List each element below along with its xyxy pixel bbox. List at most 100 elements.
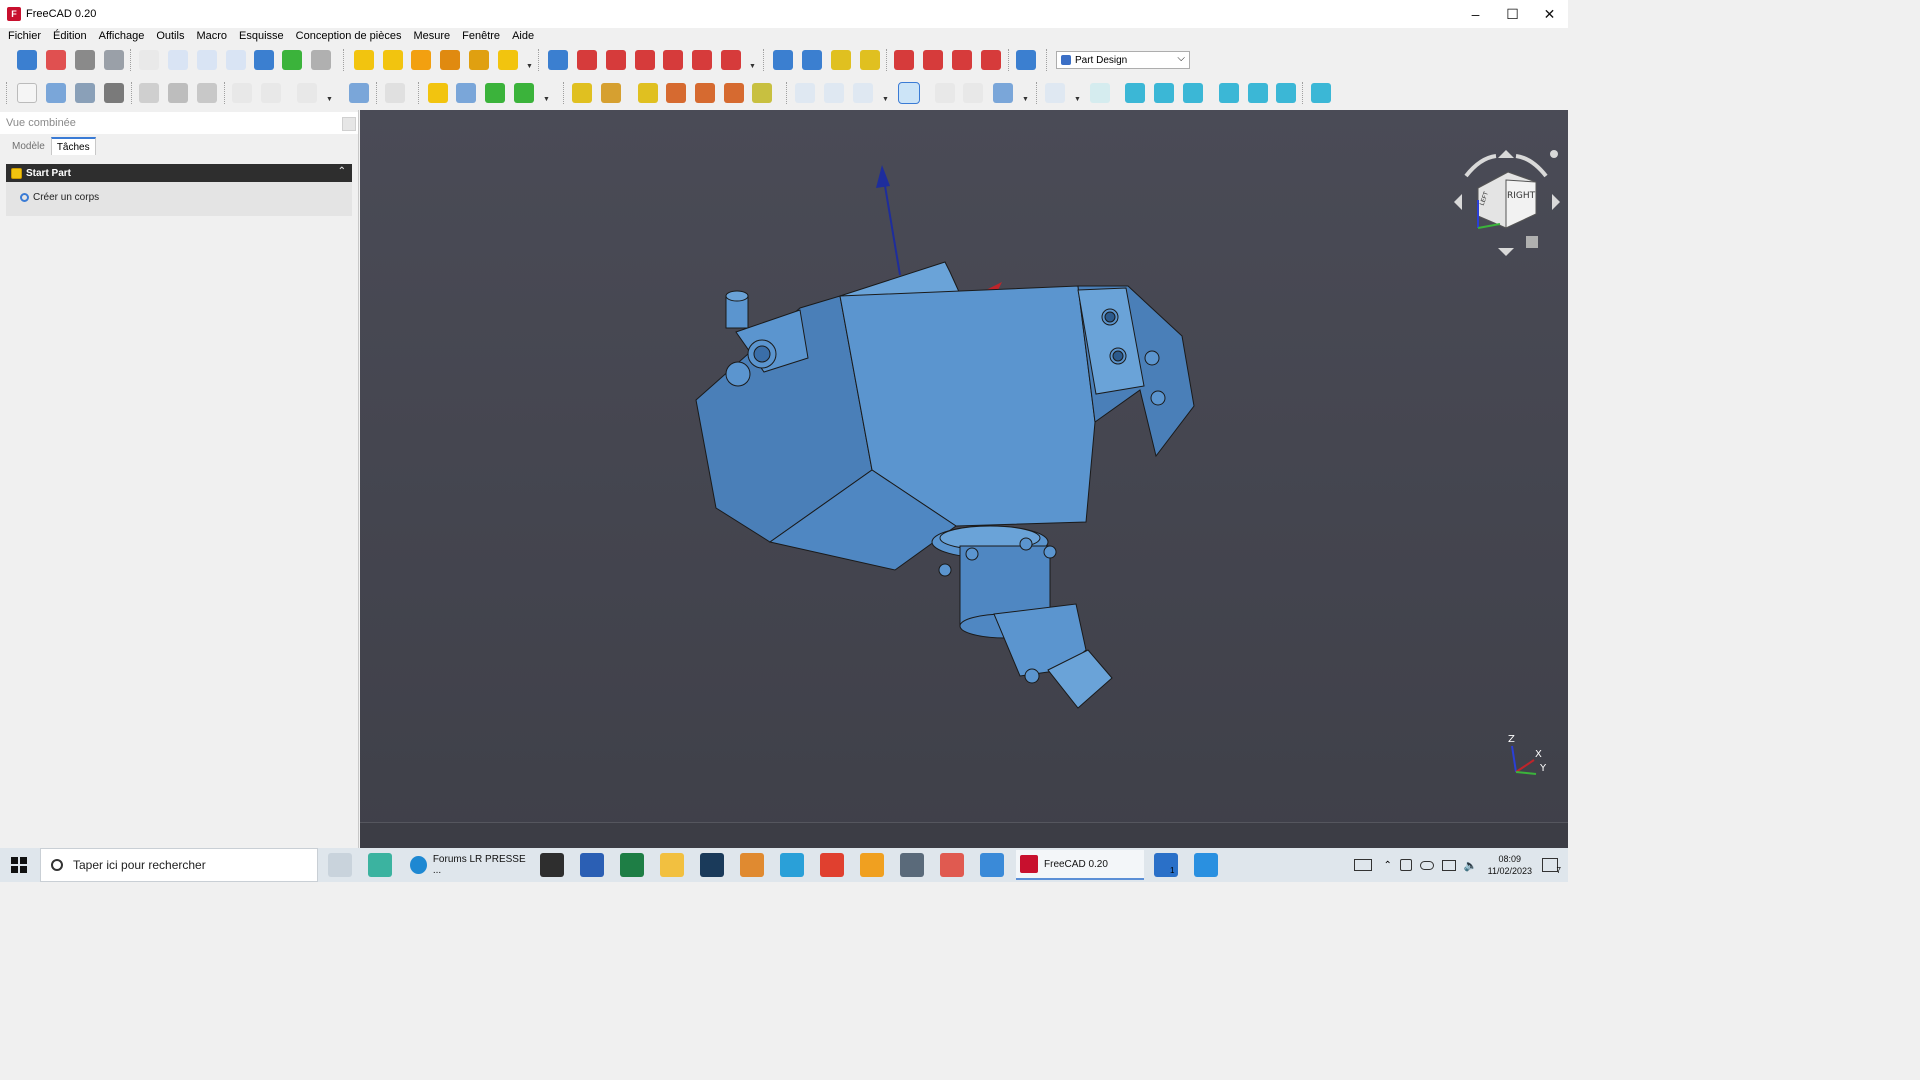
pinned-app-icon[interactable]	[368, 853, 392, 877]
revolution-icon[interactable]	[383, 50, 403, 70]
create-group-icon[interactable]	[456, 83, 476, 103]
merge-sketch-icon[interactable]	[695, 83, 715, 103]
map-sketch-icon[interactable]	[638, 83, 658, 103]
additive-helix-icon[interactable]	[469, 50, 489, 70]
notification-icon[interactable]: 7	[1542, 858, 1561, 875]
bounding-box-icon[interactable]	[898, 82, 920, 104]
skype-icon[interactable]	[780, 853, 804, 877]
hole-icon[interactable]	[577, 50, 597, 70]
subtractive-primitive-icon[interactable]	[721, 50, 741, 70]
mirror-sketch-icon[interactable]	[724, 83, 744, 103]
menu-mesure[interactable]: Mesure	[407, 28, 456, 44]
view-section-icon[interactable]	[752, 83, 772, 103]
whats-this-icon[interactable]	[385, 83, 405, 103]
taskbar-task-edge[interactable]: Forums LR PRESSE ...	[406, 850, 530, 880]
thickness-icon[interactable]	[981, 50, 1001, 70]
word-icon[interactable]	[580, 853, 604, 877]
clock[interactable]: 08:09 11/02/2023	[1488, 853, 1532, 877]
pinned-app-icon[interactable]	[980, 853, 1004, 877]
make-link-icon[interactable]	[485, 83, 505, 103]
refresh-check-icon[interactable]	[297, 83, 317, 103]
cut-icon[interactable]	[139, 83, 159, 103]
menu-conception-de-pieces[interactable]: Conception de pièces	[290, 28, 408, 44]
menu-outils[interactable]: Outils	[150, 28, 190, 44]
additive-primitive-icon[interactable]	[498, 50, 518, 70]
network-icon[interactable]	[1441, 859, 1456, 871]
recompute-icon[interactable]	[349, 83, 369, 103]
keyboard-icon[interactable]	[1353, 859, 1372, 871]
multi-transform-icon[interactable]	[860, 50, 880, 70]
mirrored-icon[interactable]	[773, 50, 793, 70]
linear-pattern-icon[interactable]	[802, 50, 822, 70]
datum-point-icon[interactable]	[139, 50, 159, 70]
right-view-icon[interactable]	[1183, 83, 1203, 103]
open-file-icon[interactable]	[46, 83, 66, 103]
sync-view-icon[interactable]	[993, 83, 1013, 103]
task-view-icon[interactable]	[328, 853, 352, 877]
7zip-icon[interactable]	[540, 853, 564, 877]
taskbar-search-box[interactable]: Taper ici pour rechercher	[40, 848, 318, 882]
pinned-app-icon[interactable]	[1194, 853, 1218, 877]
excel-icon[interactable]	[620, 853, 644, 877]
subtractive-helix-icon[interactable]	[692, 50, 712, 70]
top-view-icon[interactable]	[1154, 83, 1174, 103]
save-icon[interactable]	[75, 83, 95, 103]
chrome-icon[interactable]	[820, 853, 844, 877]
tab-modele[interactable]: Modèle	[6, 137, 51, 155]
menu-fenetre[interactable]: Fenêtre	[456, 28, 506, 44]
close-button[interactable]: ✕	[1531, 0, 1568, 28]
create-part-container-icon[interactable]	[428, 83, 448, 103]
create-body-task[interactable]: Créer un corps	[6, 182, 352, 212]
taskbar-task-freecad[interactable]: FreeCAD 0.20	[1016, 850, 1144, 880]
task-box-header[interactable]: Start Part ⌃	[6, 164, 352, 182]
front-view-icon[interactable]	[1125, 83, 1145, 103]
tab-taches[interactable]: Tâches	[50, 137, 96, 155]
groove-icon[interactable]	[606, 50, 626, 70]
left-view-icon[interactable]	[1276, 83, 1296, 103]
validate-sketch-icon[interactable]	[601, 83, 621, 103]
navicube[interactable]: RIGHT LEFT	[1454, 150, 1560, 256]
datum-line-icon[interactable]	[168, 50, 188, 70]
tray-app-icon[interactable]	[1399, 859, 1412, 871]
print-icon[interactable]	[104, 83, 124, 103]
pocket-icon[interactable]	[548, 50, 568, 70]
copy-icon[interactable]	[168, 83, 188, 103]
chevron-down-icon[interactable]: ▼	[326, 96, 333, 103]
subtractive-loft-icon[interactable]	[635, 50, 655, 70]
draw-style-icon[interactable]	[853, 83, 873, 103]
panel-close-button[interactable]	[342, 117, 356, 131]
import-icon[interactable]	[75, 50, 95, 70]
shape-binder-icon[interactable]	[254, 50, 274, 70]
create-body-icon[interactable]	[17, 50, 37, 70]
minimize-button[interactable]: –	[1457, 0, 1494, 28]
forward-arrow-icon[interactable]	[963, 83, 983, 103]
maximize-button[interactable]: ☐	[1494, 0, 1531, 28]
fillet-icon[interactable]	[894, 50, 914, 70]
chevron-down-icon[interactable]: ▼	[749, 63, 756, 70]
datum-plane-icon[interactable]	[197, 50, 217, 70]
cloud-icon[interactable]	[1419, 860, 1434, 870]
chamfer-icon[interactable]	[923, 50, 943, 70]
polar-pattern-icon[interactable]	[831, 50, 851, 70]
subshape-binder-icon[interactable]	[282, 50, 302, 70]
pinned-app-icon[interactable]	[700, 853, 724, 877]
pinned-app-icon[interactable]	[940, 853, 964, 877]
create-part-icon[interactable]	[46, 50, 66, 70]
measure-distance-icon[interactable]	[1311, 83, 1331, 103]
menu-macro[interactable]: Macro	[190, 28, 233, 44]
menu-esquisse[interactable]: Esquisse	[233, 28, 290, 44]
new-file-icon[interactable]	[17, 83, 37, 103]
chevron-down-icon[interactable]: ▼	[882, 96, 889, 103]
chevron-up-icon[interactable]: ⌃	[338, 166, 346, 177]
chevron-down-icon[interactable]: ▼	[526, 63, 533, 70]
additive-pipe-icon[interactable]	[440, 50, 460, 70]
link-actions-icon[interactable]	[514, 83, 534, 103]
file-explorer-icon[interactable]	[660, 853, 684, 877]
fit-selection-icon[interactable]	[824, 83, 844, 103]
menu-edition[interactable]: Édition	[47, 28, 93, 44]
workbench-selector[interactable]: Part Design ⌵	[1056, 51, 1190, 69]
clone-icon[interactable]	[104, 50, 124, 70]
paste-icon[interactable]	[197, 83, 217, 103]
edit-sketch-icon[interactable]	[572, 83, 592, 103]
3d-view[interactable]: RIGHT LEFT Z X Y	[360, 110, 1568, 848]
